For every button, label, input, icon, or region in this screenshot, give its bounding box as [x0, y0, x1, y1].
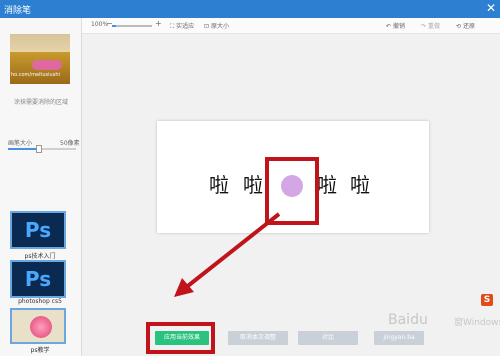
baidu-watermark: Baidu: [388, 312, 428, 328]
zoom-slider[interactable]: [112, 25, 152, 27]
photoshop-icon: Ps: [10, 260, 66, 298]
erase-hint: 涂抹需要消除的区域: [13, 99, 68, 106]
close-icon[interactable]: ✕: [486, 1, 496, 15]
redo-button[interactable]: ↷ 重做: [421, 21, 440, 30]
apply-effect-button[interactable]: 应用当前效果: [155, 331, 209, 345]
lesson-label: ps技术入门: [24, 253, 56, 260]
thumbnail-stamp: [32, 60, 62, 70]
left-panel: ho.com/meitusiushi 涂抹需要消除的区域 画笔大小 50像素 P…: [0, 18, 82, 356]
lesson-label: ps教学: [30, 347, 50, 354]
original-size-button[interactable]: ⊡ 原大小: [204, 21, 229, 30]
zoom-fill: [112, 25, 116, 27]
brush-size-slider[interactable]: [8, 145, 76, 153]
redo-label: 重做: [427, 23, 440, 30]
fit-button[interactable]: ⛶ 实适应: [170, 21, 194, 31]
redo-icon: ↷: [421, 23, 427, 30]
extra-button[interactable]: jingyan.ba: [374, 331, 424, 345]
fit-label: 实适应: [176, 23, 195, 30]
arrow-head: [174, 278, 194, 297]
undo-icon: ↶: [386, 23, 392, 30]
annotation-arrow: [174, 212, 281, 297]
thumbnail-watermark: ho.com/meitusiushi: [11, 72, 60, 78]
undo-button[interactable]: ↶ 撤销: [386, 21, 405, 30]
reset-button[interactable]: ⟲ 还原: [456, 21, 475, 30]
flower-thumbnail: [10, 308, 66, 344]
brush-size-value: 50像素: [60, 140, 80, 147]
thumbnail-sky: [10, 34, 70, 52]
original-size-icon: ⊡: [204, 23, 210, 30]
canvas-area[interactable]: 啦 啦 啦 啦 应用当前效果 取消本次调整 对比 jingyan.ba Baid…: [82, 34, 500, 356]
reset-label: 还原: [462, 23, 475, 30]
brush-size-fill: [8, 148, 39, 150]
brush-size-knob[interactable]: [35, 145, 42, 153]
cancel-adjust-button[interactable]: 取消本次调整: [228, 331, 288, 345]
title-bar: 消除笔 ✕: [0, 0, 500, 18]
arrow-shaft: [182, 212, 281, 291]
brush-size-label: 画笔大小: [8, 140, 33, 147]
lesson-label: photoshop cs5: [18, 298, 62, 305]
flower-icon: [30, 316, 52, 338]
compare-button[interactable]: 对比: [298, 331, 358, 345]
window-title: 消除笔: [4, 6, 32, 16]
undo-label: 撤销: [392, 23, 405, 30]
windows-watermark: 窗Windows: [454, 318, 500, 328]
fit-icon: ⛶: [170, 23, 175, 30]
original-thumbnail: ho.com/meitusiushi: [10, 34, 70, 84]
reset-icon: ⟲: [456, 23, 462, 30]
zoom-in-button[interactable]: +: [155, 19, 162, 28]
original-size-label: 原大小: [210, 23, 229, 30]
sogou-logo-icon: S: [481, 294, 493, 306]
photoshop-icon: Ps: [10, 211, 66, 249]
toolbar: 100% − + ⛶ 实适应 ⊡ 原大小 ↶ 撤销 ↷ 重做 ⟲ 还原: [82, 18, 500, 34]
